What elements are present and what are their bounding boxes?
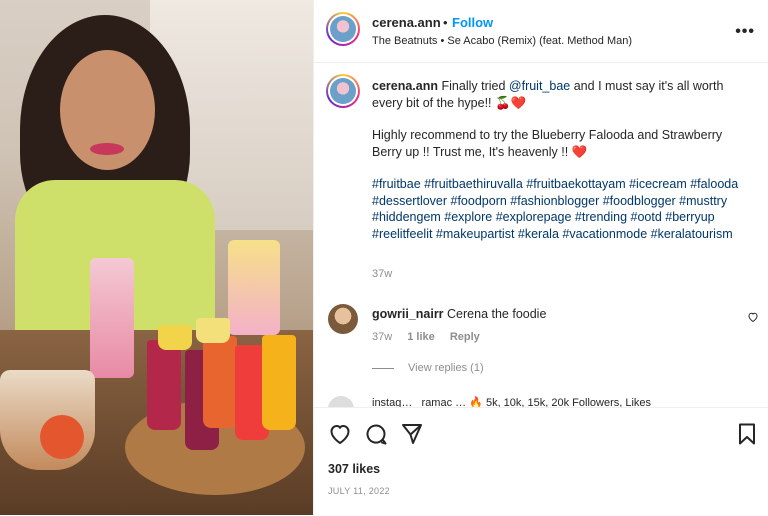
post-header: cerena.ann • Follow The Beatnuts • Se Ac… bbox=[314, 0, 768, 63]
comment-heart-icon[interactable] bbox=[747, 311, 759, 323]
caption-username[interactable]: cerena.ann bbox=[372, 79, 438, 93]
header-separator: • bbox=[443, 15, 448, 30]
replies-divider bbox=[372, 367, 394, 369]
caption-text: Finally tried bbox=[441, 79, 506, 93]
view-replies[interactable]: View replies (1) bbox=[372, 362, 484, 374]
caption-time: 37w bbox=[372, 268, 393, 280]
comment-meta: 37w 1 like Reply bbox=[372, 331, 492, 343]
photo-shot-glass bbox=[203, 336, 237, 428]
share-icon[interactable] bbox=[400, 422, 424, 446]
photo-shot-glass bbox=[158, 325, 192, 350]
photo-shot-glass bbox=[196, 318, 230, 343]
comment-avatar[interactable] bbox=[328, 304, 358, 334]
post-image[interactable] bbox=[0, 0, 313, 515]
photo-shot-glass bbox=[147, 340, 181, 430]
header-username[interactable]: cerena.ann bbox=[372, 15, 441, 30]
comment-icon[interactable] bbox=[364, 422, 388, 446]
follow-button[interactable]: Follow bbox=[452, 15, 493, 30]
avatar[interactable] bbox=[326, 12, 360, 46]
photo-shot-glass bbox=[262, 335, 296, 430]
comment-time: 37w bbox=[372, 331, 393, 343]
caption-mention[interactable]: @fruit_bae bbox=[509, 79, 570, 93]
caption-avatar[interactable] bbox=[326, 74, 360, 108]
comment-text: Cerena the foodie bbox=[447, 307, 547, 321]
bookmark-icon[interactable] bbox=[735, 422, 759, 446]
comment-username[interactable]: gowrii_nairr bbox=[372, 307, 444, 321]
photo-person-lips bbox=[90, 143, 124, 155]
comment-likes[interactable]: 1 like bbox=[407, 331, 435, 343]
photo-falooda-glass bbox=[90, 258, 134, 378]
likes-count[interactable]: 307 likes bbox=[328, 462, 380, 476]
caption-hashtags[interactable]: #fruitbae #fruitbaethiruvalla #fruitbaek… bbox=[372, 176, 752, 242]
more-icon[interactable]: ••• bbox=[735, 23, 755, 41]
post-panel: cerena.ann • Follow The Beatnuts • Se Ac… bbox=[313, 0, 768, 516]
photo-fruitbae-logo bbox=[40, 415, 84, 459]
post-date: JULY 11, 2022 bbox=[328, 486, 390, 496]
photo-sundae-glass bbox=[228, 240, 280, 335]
action-bar: 307 likes JULY 11, 2022 bbox=[314, 407, 768, 516]
caption: cerena.ann Finally tried @fruit_bae and … bbox=[372, 78, 752, 258]
audio-track[interactable]: The Beatnuts • Se Acabo (Remix) (feat. M… bbox=[372, 35, 632, 47]
comment: gowrii_nairr Cerena the foodie bbox=[372, 307, 546, 321]
reply-button[interactable]: Reply bbox=[450, 331, 480, 343]
caption-paragraph: Highly recommend to try the Blueberry Fa… bbox=[372, 128, 723, 159]
heart-icon[interactable] bbox=[328, 422, 352, 446]
view-replies-label[interactable]: View replies (1) bbox=[408, 362, 484, 374]
